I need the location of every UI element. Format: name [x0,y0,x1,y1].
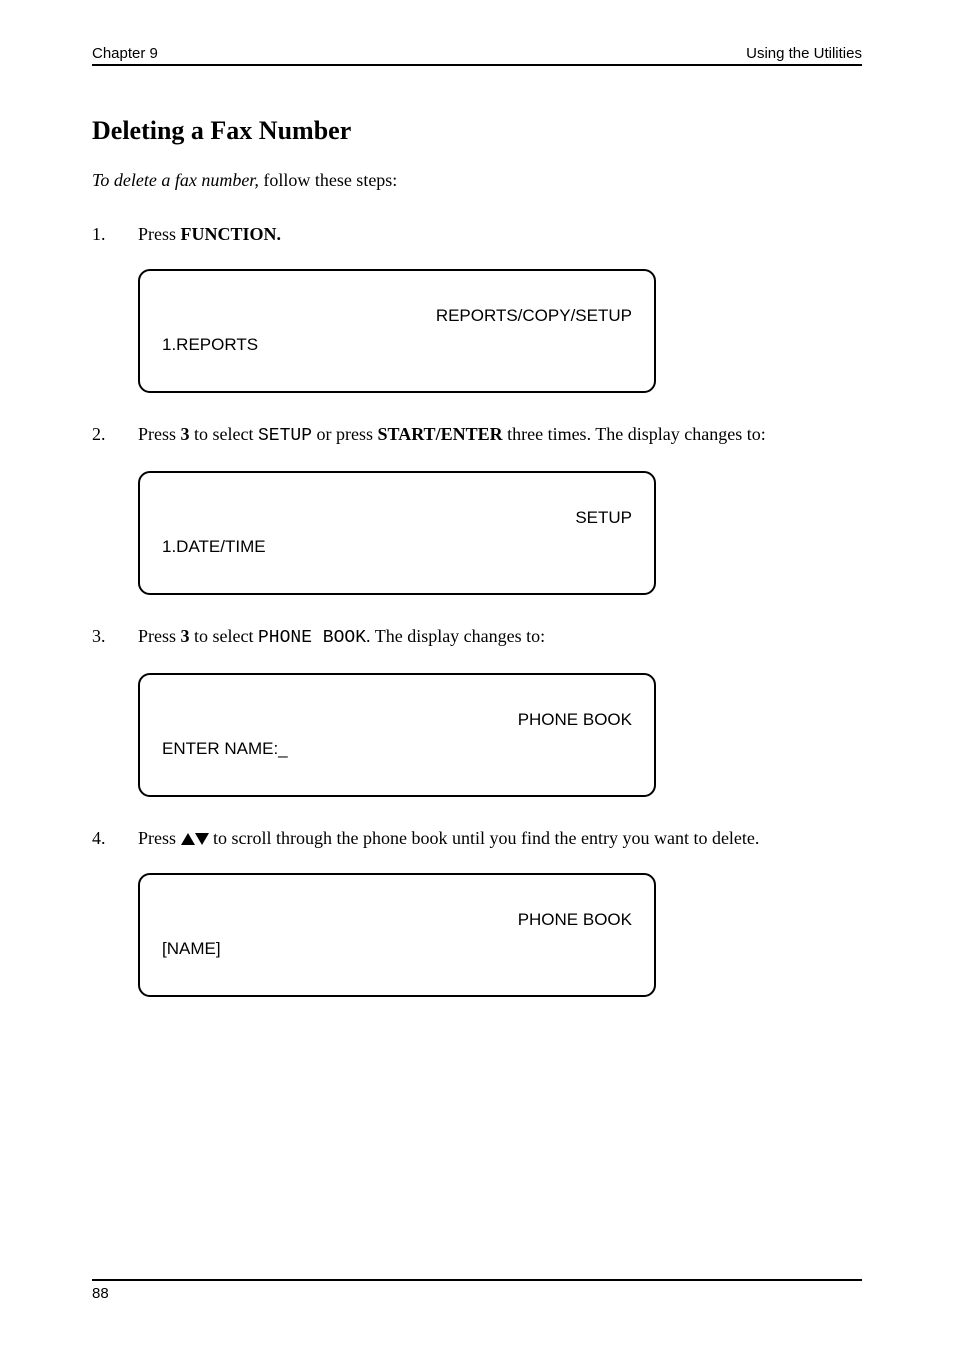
step-text: to select [190,626,258,646]
step-text: Press [138,828,181,848]
lcd-line-1: REPORTS/COPY/SETUP [162,302,632,331]
step-3: 3. Press 3 to select PHONE BOOK. The dis… [92,623,862,797]
key-up-down-arrows [181,828,209,848]
step-text: Press [138,424,181,444]
step-text: . The display changes to: [366,626,545,646]
lcd-line-1: SETUP [162,504,632,533]
lcd-line-1: PHONE BOOK [162,706,632,735]
step-number: 2. [92,421,138,447]
step-number: 3. [92,623,138,649]
key-3: 3 [181,424,190,444]
step-text: Press [138,224,181,244]
lcd-line-2: 1.DATE/TIME [162,533,632,562]
lcd-display: REPORTS/COPY/SETUP 1.REPORTS [138,269,656,393]
key-function: FUNCTION. [181,224,282,244]
lcd-line-2: 1.REPORTS [162,331,632,360]
lcd-display: PHONE BOOK ENTER NAME:_ [138,673,656,797]
lcd-line-2: [NAME] [162,935,632,964]
section-title: Deleting a Fax Number [92,116,862,146]
step-2: 2. Press 3 to select SETUP or press STAR… [92,421,862,595]
intro-lead: To delete a fax number, [92,170,263,190]
step-body: Press FUNCTION. [138,221,862,247]
step-body: Press to scroll through the phone book u… [138,825,862,851]
step-text: to scroll through the phone book until y… [209,828,760,848]
step-body: Press 3 to select PHONE BOOK. The displa… [138,623,862,651]
step-number: 1. [92,221,138,247]
step-4: 4. Press to scroll through the phone boo… [92,825,862,997]
step-number: 4. [92,825,138,851]
header-right: Using the Utilities [746,45,862,62]
intro-line: To delete a fax number, follow these ste… [92,170,862,191]
menu-setup-label: SETUP [258,426,312,446]
page-number: 88 [92,1285,109,1302]
lcd-display: SETUP 1.DATE/TIME [138,471,656,595]
key-3: 3 [181,626,190,646]
step-text: three times. The display changes to: [503,424,766,444]
intro-follow: follow these steps: [263,170,397,190]
step-1: 1. Press FUNCTION. REPORTS/COPY/SETUP 1.… [92,221,862,393]
header-rule [92,64,862,66]
lcd-line-2: ENTER NAME:_ [162,735,632,764]
header-left: Chapter 9 [92,45,158,62]
key-start-enter: START/ENTER [378,424,503,444]
menu-phone-book-label: PHONE BOOK [258,628,366,648]
lcd-line-1: PHONE BOOK [162,906,632,935]
step-text: Press [138,626,181,646]
page-header: Chapter 9 Using the Utilities [92,45,862,64]
down-arrow-icon [195,833,209,845]
up-arrow-icon [181,833,195,845]
step-body: Press 3 to select SETUP or press START/E… [138,421,862,449]
step-text: to select [190,424,258,444]
lcd-display: PHONE BOOK [NAME] [138,873,656,997]
page-footer: 88 [92,1279,862,1302]
step-text: or press [312,424,378,444]
